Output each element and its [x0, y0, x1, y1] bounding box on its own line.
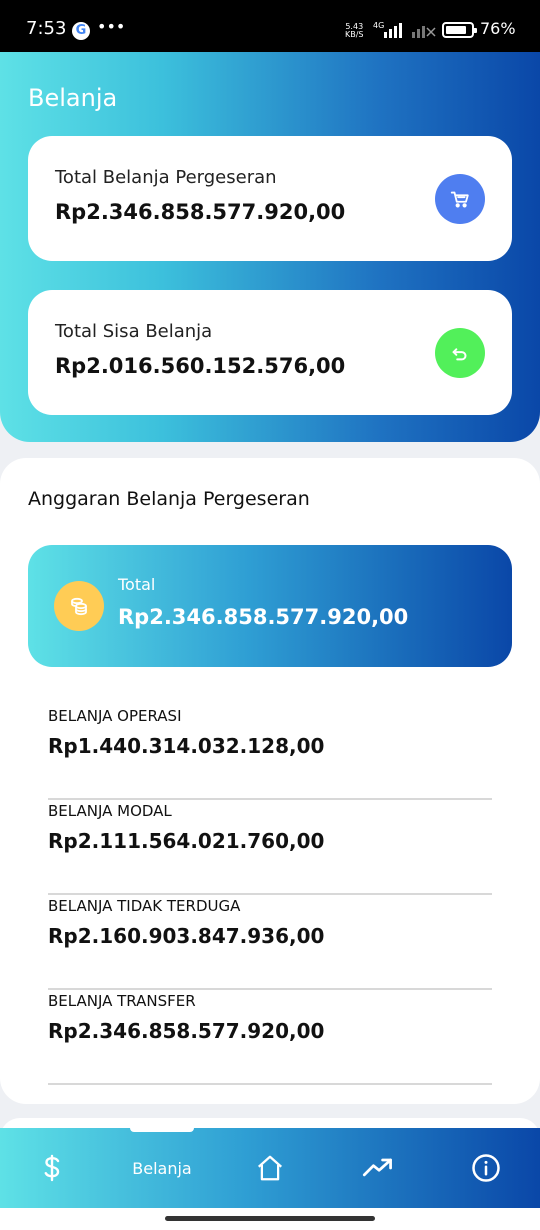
trending-up-icon — [362, 1158, 392, 1177]
status-time: 7:53 — [26, 18, 67, 39]
budget-total-card: Total Rp2.346.858.577.920,00 — [28, 545, 512, 667]
total-belanja-label: Total Belanja Pergeseran — [55, 167, 277, 188]
list-item: BELANJA TIDAK TERDUGA Rp2.160.903.847.93… — [48, 895, 492, 990]
status-bar: 7:53 G ••• 5.43 KB/S 4G 76% — [0, 0, 540, 52]
item-value: Rp1.440.314.032.128,00 — [48, 734, 325, 758]
bottom-nav: Belanja — [0, 1126, 540, 1208]
total-belanja-card[interactable]: Total Belanja Pergeseran Rp2.346.858.577… — [28, 136, 512, 261]
header-panel: Belanja Total Belanja Pergeseran Rp2.346… — [0, 52, 540, 442]
budget-total-label: Total — [118, 575, 156, 594]
info-icon — [472, 1154, 500, 1182]
budget-list: BELANJA OPERASI Rp1.440.314.032.128,00 B… — [48, 705, 492, 1085]
section-title: Anggaran Belanja Pergeseran — [28, 488, 310, 510]
list-item: BELANJA TRANSFER Rp2.346.858.577.920,00 — [48, 990, 492, 1085]
nav-home[interactable] — [230, 1128, 310, 1208]
home-gesture-bar[interactable] — [165, 1216, 375, 1221]
item-value: Rp2.111.564.021.760,00 — [48, 829, 325, 853]
more-notifications-icon: ••• — [97, 17, 126, 36]
network-type: 4G — [373, 21, 384, 30]
nav-belanja[interactable]: Belanja — [112, 1128, 212, 1208]
dollar-icon — [44, 1154, 60, 1182]
network-speed-unit: KB/S — [345, 30, 364, 39]
nav-belanja-label: Belanja — [132, 1158, 192, 1178]
item-value: Rp2.160.903.847.936,00 — [48, 924, 325, 948]
network-speed: 5.43 KB/S — [345, 23, 364, 39]
home-icon — [258, 1155, 282, 1181]
nav-dollar[interactable] — [12, 1128, 92, 1208]
item-value: Rp2.346.858.577.920,00 — [48, 1019, 325, 1043]
undo-icon — [435, 328, 485, 378]
item-label: BELANJA TIDAK TERDUGA — [48, 897, 241, 915]
list-item: BELANJA OPERASI Rp1.440.314.032.128,00 — [48, 705, 492, 800]
battery-icon — [442, 22, 477, 38]
budget-total-value: Rp2.346.858.577.920,00 — [118, 605, 409, 629]
nav-trending[interactable] — [338, 1128, 418, 1208]
total-sisa-value: Rp2.016.560.152.576,00 — [55, 354, 346, 378]
item-label: BELANJA TRANSFER — [48, 992, 196, 1010]
nav-info[interactable] — [446, 1128, 526, 1208]
budget-section: Anggaran Belanja Pergeseran Total Rp2.34… — [0, 458, 540, 1104]
google-icon: G — [72, 22, 90, 40]
battery-percent: 76% — [480, 19, 516, 38]
signal-icon: 4G — [373, 21, 436, 38]
page-title: Belanja — [28, 84, 118, 112]
item-label: BELANJA OPERASI — [48, 707, 182, 725]
item-label: BELANJA MODAL — [48, 802, 172, 820]
cart-icon — [435, 174, 485, 224]
total-sisa-label: Total Sisa Belanja — [55, 321, 213, 342]
total-belanja-value: Rp2.346.858.577.920,00 — [55, 200, 346, 224]
total-sisa-card[interactable]: Total Sisa Belanja Rp2.016.560.152.576,0… — [28, 290, 512, 415]
list-item: BELANJA MODAL Rp2.111.564.021.760,00 — [48, 800, 492, 895]
coins-icon — [54, 581, 104, 631]
